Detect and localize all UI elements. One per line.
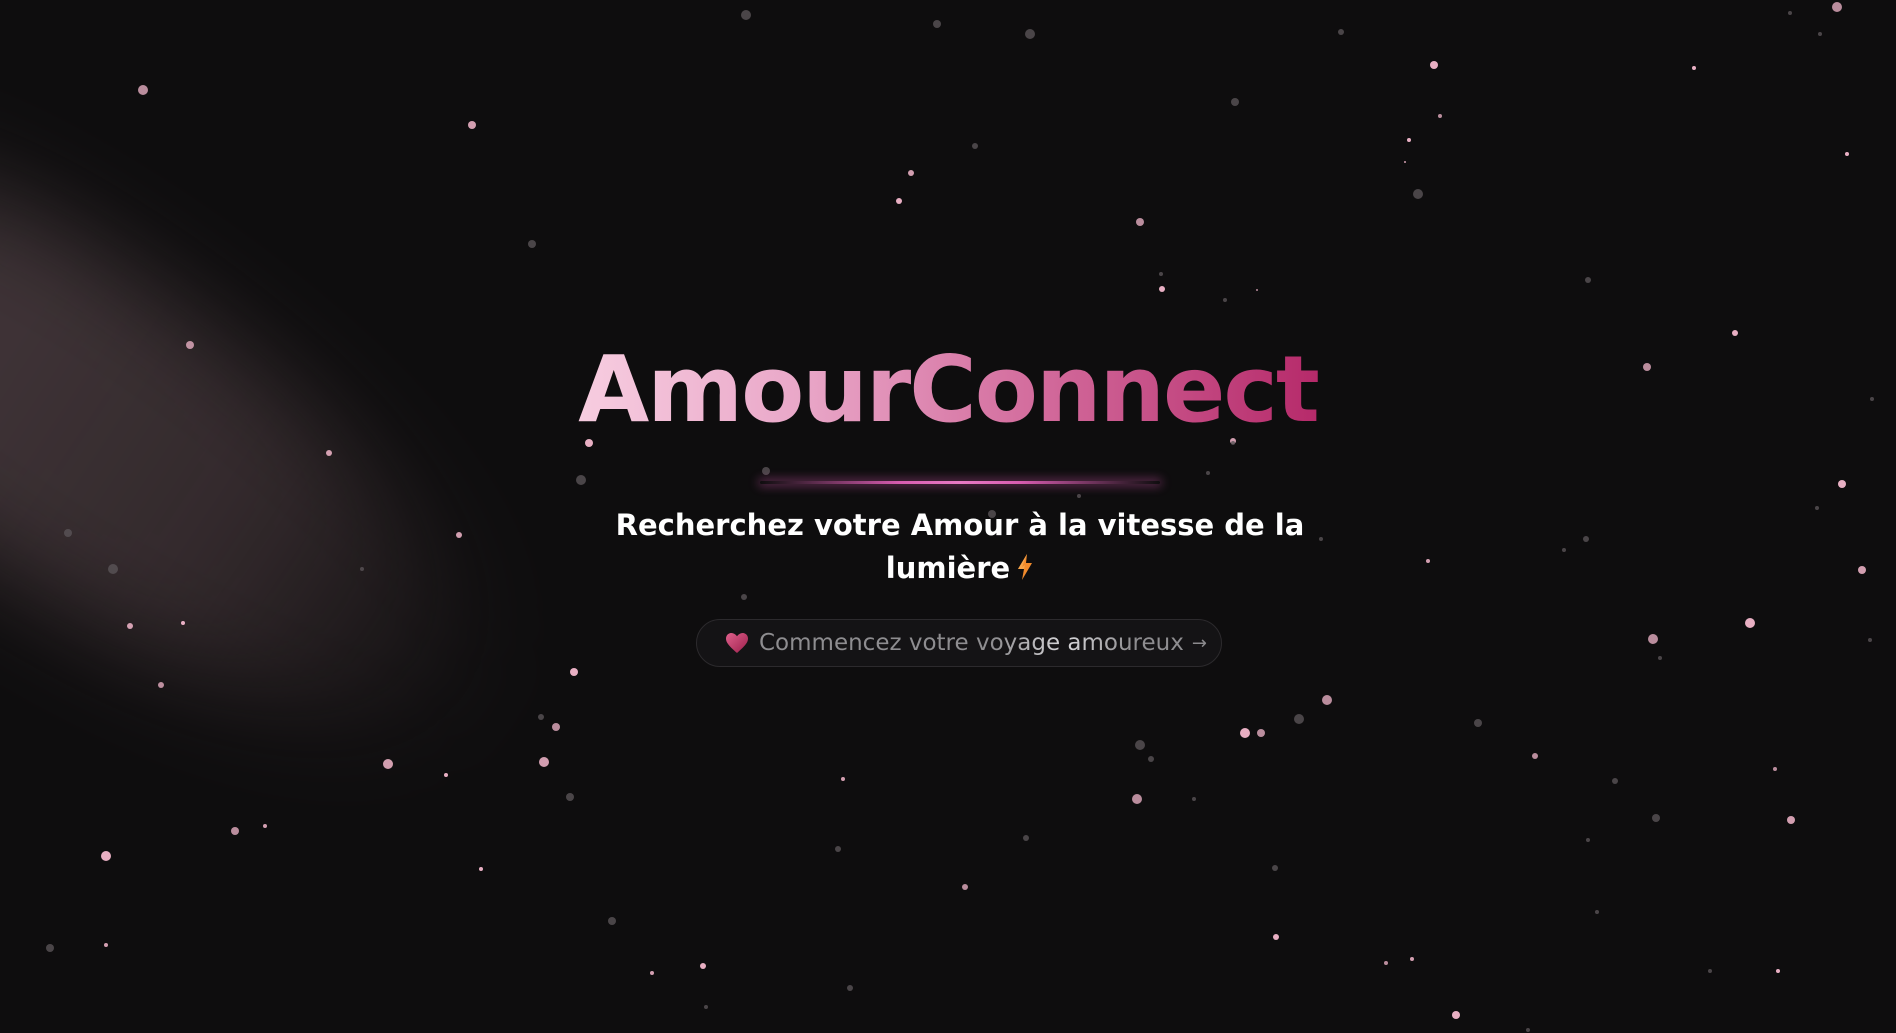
start-journey-button[interactable]: Commencez votre voyage amoureux → xyxy=(696,619,1222,667)
tagline-text: Recherchez votre Amour à la vitesse de l… xyxy=(615,508,1305,585)
hero-section: AmourConnect Recherchez votre Amour à la… xyxy=(0,0,1896,1033)
lightning-bolt-icon xyxy=(1018,554,1033,580)
start-journey-label: Commencez votre voyage amoureux xyxy=(759,630,1184,656)
tagline: Recherchez votre Amour à la vitesse de l… xyxy=(560,504,1360,590)
app-title: AmourConnect xyxy=(578,336,1320,443)
arrow-right-icon: → xyxy=(1191,632,1207,654)
title-underline-glow xyxy=(760,481,1160,484)
heart-icon xyxy=(726,633,748,653)
landing-page: AmourConnect Recherchez votre Amour à la… xyxy=(0,0,1896,1033)
